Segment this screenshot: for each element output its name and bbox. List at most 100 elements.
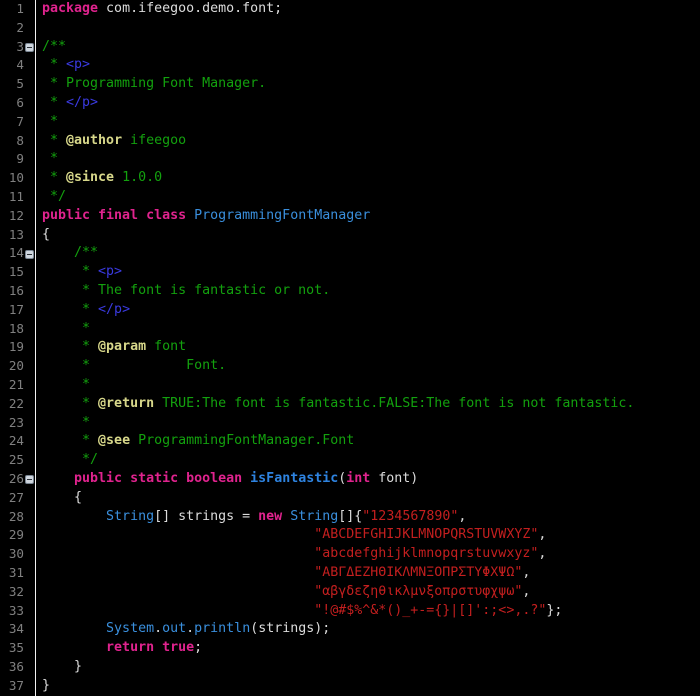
code-line[interactable]: 13{: [0, 226, 700, 245]
code-text: * Programming Font Manager.: [42, 75, 266, 94]
code-token-cmt: * The font is fantastic or not.: [42, 283, 330, 298]
code-token-kw: package: [42, 1, 98, 16]
code-line[interactable]: 10 * @since 1.0.0: [0, 169, 700, 188]
code-line[interactable]: 22 * @return TRUE:The font is fantastic.…: [0, 395, 700, 414]
code-fold-collapse-icon[interactable]: [25, 250, 34, 259]
code-line[interactable]: 3/**: [0, 38, 700, 57]
code-token-type: String: [290, 509, 338, 524]
code-line[interactable]: 11 */: [0, 188, 700, 207]
code-line[interactable]: 18 *: [0, 320, 700, 339]
code-line[interactable]: 16 * The font is fantastic or not.: [0, 282, 700, 301]
code-token-cmt: *: [42, 377, 90, 392]
code-lines-container[interactable]: 1package com.ifeegoo.demo.font;23/**4 * …: [0, 0, 700, 696]
line-number: 1: [0, 0, 24, 19]
code-token-cmt: *: [42, 114, 58, 129]
line-number: 28: [0, 508, 24, 527]
line-number: 11: [0, 188, 24, 207]
code-token-plain: [42, 603, 314, 618]
code-token-plain: [242, 471, 250, 486]
code-token-punc: {: [42, 227, 50, 242]
code-token-punc: }: [42, 678, 50, 693]
code-line[interactable]: 33 "!@#$%^&*()_+-={}|[]':;<>,.?"};: [0, 602, 700, 621]
code-line[interactable]: 28 String[] strings = new String[]{"1234…: [0, 508, 700, 527]
code-text: * @param font: [42, 338, 186, 357]
code-line[interactable]: 21 *: [0, 376, 700, 395]
code-token-cmt: */: [42, 189, 66, 204]
code-line[interactable]: 5 * Programming Font Manager.: [0, 75, 700, 94]
code-line[interactable]: 15 * <p>: [0, 263, 700, 282]
code-line[interactable]: 2: [0, 19, 700, 38]
code-line[interactable]: 19 * @param font: [0, 338, 700, 357]
line-number: 10: [0, 169, 24, 188]
line-number: 15: [0, 263, 24, 282]
code-line[interactable]: 25 */: [0, 451, 700, 470]
code-token-cmt: *: [42, 57, 66, 72]
code-token-cmt: 1.0.0: [114, 170, 162, 185]
line-number: 35: [0, 639, 24, 658]
code-editor[interactable]: 1package com.ifeegoo.demo.font;23/**4 * …: [0, 0, 700, 696]
line-number: 26: [0, 470, 24, 489]
code-line[interactable]: 26 public static boolean isFantastic(int…: [0, 470, 700, 489]
code-line[interactable]: 6 * </p>: [0, 94, 700, 113]
code-line[interactable]: 20 * Font.: [0, 357, 700, 376]
code-line[interactable]: 8 * @author ifeegoo: [0, 132, 700, 151]
code-text: *: [42, 113, 58, 132]
code-token-plain: [42, 546, 314, 561]
code-token-cmt: *: [42, 321, 90, 336]
code-token-kw: public final class: [42, 208, 186, 223]
line-number: 31: [0, 564, 24, 583]
code-fold-collapse-icon[interactable]: [25, 43, 34, 52]
code-token-cmt: * Programming Font Manager.: [42, 76, 266, 91]
code-token-cmt: *: [42, 302, 98, 317]
code-line[interactable]: 24 * @see ProgrammingFontManager.Font: [0, 432, 700, 451]
code-line[interactable]: 14 /**: [0, 244, 700, 263]
code-text: public final class ProgrammingFontManage…: [42, 207, 370, 226]
code-text: */: [42, 451, 98, 470]
code-token-type: println: [194, 621, 250, 636]
code-line[interactable]: 7 *: [0, 113, 700, 132]
line-number: 34: [0, 620, 24, 639]
code-token-doctag: @since: [66, 170, 114, 185]
code-line[interactable]: 36 }: [0, 658, 700, 677]
code-token-cmt: *: [42, 95, 66, 110]
code-line[interactable]: 35 return true;: [0, 639, 700, 658]
code-token-plain: };: [546, 603, 562, 618]
code-fold-collapse-icon[interactable]: [25, 475, 34, 484]
code-token-cmt: font: [146, 339, 186, 354]
code-text: * @return TRUE:The font is fantastic.FAL…: [42, 395, 634, 414]
code-token-tag: <p>: [98, 264, 122, 279]
code-line[interactable]: 23 *: [0, 414, 700, 433]
code-line[interactable]: 30 "abcdefghijklmnopqrstuvwxyz",: [0, 545, 700, 564]
code-line[interactable]: 31 "ΑΒΓΔΕΖΗΘΙΚΛΜΝΞΟΠΡΣΤΥΦΧΨΩ",: [0, 564, 700, 583]
code-text: * Font.: [42, 357, 226, 376]
code-line[interactable]: 29 "ABCDEFGHIJKLMNOPQRSTUVWXYZ",: [0, 526, 700, 545]
code-line[interactable]: 37}: [0, 677, 700, 696]
code-line[interactable]: 12public final class ProgrammingFontMana…: [0, 207, 700, 226]
code-line[interactable]: 27 {: [0, 489, 700, 508]
code-text: }: [42, 677, 50, 696]
code-line[interactable]: 1package com.ifeegoo.demo.font;: [0, 0, 700, 19]
line-number: 20: [0, 357, 24, 376]
code-token-plain: [42, 621, 106, 636]
code-text: */: [42, 188, 66, 207]
code-line[interactable]: 17 * </p>: [0, 301, 700, 320]
code-token-doctag: @author: [66, 133, 122, 148]
line-number: 6: [0, 94, 24, 113]
code-token-cmt: *: [42, 151, 58, 166]
code-text: "!@#$%^&*()_+-={}|[]':;<>,.?"};: [42, 602, 562, 621]
code-token-kw: return true: [106, 640, 194, 655]
code-text: * @see ProgrammingFontManager.Font: [42, 432, 354, 451]
code-token-type: System: [106, 621, 154, 636]
code-text: "abcdefghijklmnopqrstuvwxyz",: [42, 545, 546, 564]
code-line[interactable]: 9 *: [0, 150, 700, 169]
code-line[interactable]: 4 * <p>: [0, 56, 700, 75]
code-line[interactable]: 32 "αβγδεζηθικλμνξοπρστυφχψω",: [0, 583, 700, 602]
line-number: 16: [0, 282, 24, 301]
code-token-cmt: *: [42, 133, 66, 148]
code-text: "ABCDEFGHIJKLMNOPQRSTUVWXYZ",: [42, 526, 546, 545]
line-number: 24: [0, 432, 24, 451]
code-text: * @author ifeegoo: [42, 132, 186, 151]
code-token-str: "abcdefghijklmnopqrstuvwxyz": [314, 546, 538, 561]
code-token-doctag: @return: [98, 396, 154, 411]
code-line[interactable]: 34 System.out.println(strings);: [0, 620, 700, 639]
